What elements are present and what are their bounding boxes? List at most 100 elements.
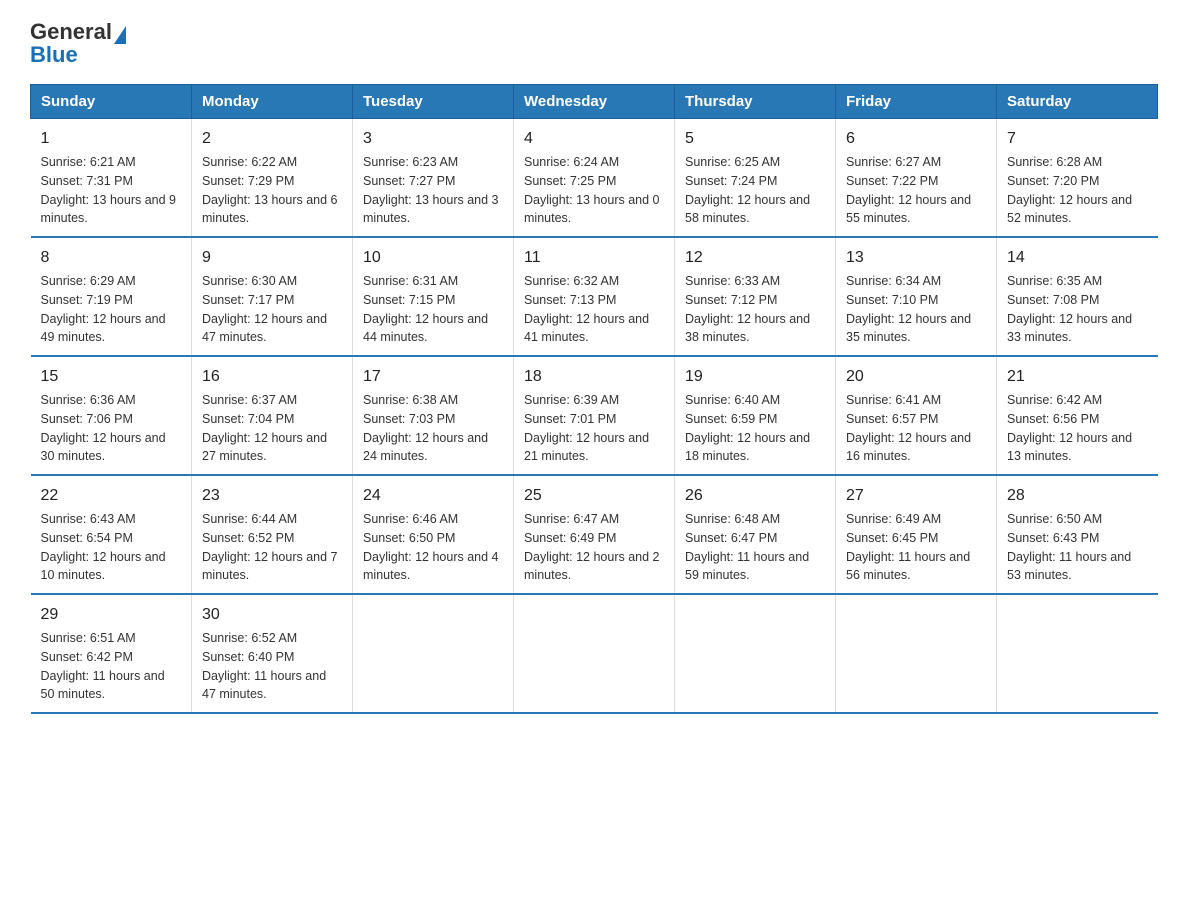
- day-number: 17: [363, 365, 503, 389]
- day-info: Sunrise: 6:42 AMSunset: 6:56 PMDaylight:…: [1007, 393, 1132, 463]
- header-saturday: Saturday: [997, 85, 1158, 119]
- day-info: Sunrise: 6:41 AMSunset: 6:57 PMDaylight:…: [846, 393, 971, 463]
- calendar-cell: 5 Sunrise: 6:25 AMSunset: 7:24 PMDaylight…: [675, 119, 836, 238]
- logo-triangle-icon: [114, 26, 126, 44]
- day-info: Sunrise: 6:29 AMSunset: 7:19 PMDaylight:…: [41, 274, 166, 344]
- header-friday: Friday: [836, 85, 997, 119]
- calendar-cell: 11 Sunrise: 6:32 AMSunset: 7:13 PMDayligh…: [514, 237, 675, 356]
- calendar-cell: 2 Sunrise: 6:22 AMSunset: 7:29 PMDaylight…: [192, 119, 353, 238]
- calendar-cell: 30Sunrise: 6:52 AMSunset: 6:40 PMDayligh…: [192, 594, 353, 713]
- day-number: 8: [41, 246, 182, 270]
- day-info: Sunrise: 6:37 AMSunset: 7:04 PMDaylight:…: [202, 393, 327, 463]
- logo: General Blue: [30, 20, 126, 68]
- day-info: Sunrise: 6:25 AMSunset: 7:24 PMDaylight:…: [685, 155, 810, 225]
- calendar-cell: 14 Sunrise: 6:35 AMSunset: 7:08 PMDayligh…: [997, 237, 1158, 356]
- calendar-cell: [514, 594, 675, 713]
- page-header: General Blue: [30, 20, 1158, 68]
- calendar-cell: [353, 594, 514, 713]
- day-info: Sunrise: 6:31 AMSunset: 7:15 PMDaylight:…: [363, 274, 488, 344]
- calendar-cell: 6 Sunrise: 6:27 AMSunset: 7:22 PMDaylight…: [836, 119, 997, 238]
- calendar-cell: 20 Sunrise: 6:41 AMSunset: 6:57 PMDayligh…: [836, 356, 997, 475]
- calendar-header-row: SundayMondayTuesdayWednesdayThursdayFrid…: [31, 85, 1158, 119]
- calendar-cell: 28Sunrise: 6:50 AMSunset: 6:43 PMDayligh…: [997, 475, 1158, 594]
- calendar-cell: 8 Sunrise: 6:29 AMSunset: 7:19 PMDaylight…: [31, 237, 192, 356]
- day-info: Sunrise: 6:40 AMSunset: 6:59 PMDaylight:…: [685, 393, 810, 463]
- day-info: Sunrise: 6:32 AMSunset: 7:13 PMDaylight:…: [524, 274, 649, 344]
- logo-general: General: [30, 19, 112, 44]
- day-number: 3: [363, 127, 503, 151]
- calendar-cell: 21 Sunrise: 6:42 AMSunset: 6:56 PMDayligh…: [997, 356, 1158, 475]
- calendar-cell: 19 Sunrise: 6:40 AMSunset: 6:59 PMDayligh…: [675, 356, 836, 475]
- day-info: Sunrise: 6:23 AMSunset: 7:27 PMDaylight:…: [363, 155, 499, 225]
- day-number: 6: [846, 127, 986, 151]
- day-info: Sunrise: 6:43 AMSunset: 6:54 PMDaylight:…: [41, 512, 166, 582]
- day-number: 4: [524, 127, 664, 151]
- logo-blue: Blue: [30, 42, 78, 67]
- calendar-cell: 3 Sunrise: 6:23 AMSunset: 7:27 PMDaylight…: [353, 119, 514, 238]
- day-info: Sunrise: 6:52 AMSunset: 6:40 PMDaylight:…: [202, 631, 326, 701]
- day-info: Sunrise: 6:48 AMSunset: 6:47 PMDaylight:…: [685, 512, 809, 582]
- day-info: Sunrise: 6:28 AMSunset: 7:20 PMDaylight:…: [1007, 155, 1132, 225]
- header-sunday: Sunday: [31, 85, 192, 119]
- calendar-cell: 29Sunrise: 6:51 AMSunset: 6:42 PMDayligh…: [31, 594, 192, 713]
- day-number: 2: [202, 127, 342, 151]
- day-number: 22: [41, 484, 182, 508]
- calendar-cell: [836, 594, 997, 713]
- calendar-week-3: 15Sunrise: 6:36 AMSunset: 7:06 PMDayligh…: [31, 356, 1158, 475]
- day-info: Sunrise: 6:47 AMSunset: 6:49 PMDaylight:…: [524, 512, 660, 582]
- day-number: 16: [202, 365, 342, 389]
- day-info: Sunrise: 6:44 AMSunset: 6:52 PMDaylight:…: [202, 512, 338, 582]
- day-info: Sunrise: 6:21 AMSunset: 7:31 PMDaylight:…: [41, 155, 177, 225]
- day-info: Sunrise: 6:27 AMSunset: 7:22 PMDaylight:…: [846, 155, 971, 225]
- day-number: 28: [1007, 484, 1148, 508]
- day-number: 11: [524, 246, 664, 270]
- day-info: Sunrise: 6:35 AMSunset: 7:08 PMDaylight:…: [1007, 274, 1132, 344]
- day-info: Sunrise: 6:34 AMSunset: 7:10 PMDaylight:…: [846, 274, 971, 344]
- day-number: 9: [202, 246, 342, 270]
- day-number: 20: [846, 365, 986, 389]
- logo-wordmark: General: [30, 20, 126, 44]
- day-number: 1: [41, 127, 182, 151]
- day-number: 23: [202, 484, 342, 508]
- calendar-cell: 24 Sunrise: 6:46 AMSunset: 6:50 PMDayligh…: [353, 475, 514, 594]
- calendar-table: SundayMondayTuesdayWednesdayThursdayFrid…: [30, 84, 1158, 714]
- day-number: 21: [1007, 365, 1148, 389]
- header-thursday: Thursday: [675, 85, 836, 119]
- day-number: 15: [41, 365, 182, 389]
- day-info: Sunrise: 6:30 AMSunset: 7:17 PMDaylight:…: [202, 274, 327, 344]
- calendar-cell: 13Sunrise: 6:34 AMSunset: 7:10 PMDayligh…: [836, 237, 997, 356]
- calendar-week-2: 8 Sunrise: 6:29 AMSunset: 7:19 PMDaylight…: [31, 237, 1158, 356]
- calendar-cell: 23 Sunrise: 6:44 AMSunset: 6:52 PMDayligh…: [192, 475, 353, 594]
- calendar-cell: 12Sunrise: 6:33 AMSunset: 7:12 PMDayligh…: [675, 237, 836, 356]
- day-number: 27: [846, 484, 986, 508]
- calendar-cell: 22 Sunrise: 6:43 AMSunset: 6:54 PMDayligh…: [31, 475, 192, 594]
- day-info: Sunrise: 6:22 AMSunset: 7:29 PMDaylight:…: [202, 155, 338, 225]
- calendar-cell: 1 Sunrise: 6:21 AMSunset: 7:31 PMDaylight…: [31, 119, 192, 238]
- day-number: 7: [1007, 127, 1148, 151]
- logo-blue-text: Blue: [30, 42, 78, 68]
- calendar-cell: [675, 594, 836, 713]
- calendar-cell: 16 Sunrise: 6:37 AMSunset: 7:04 PMDayligh…: [192, 356, 353, 475]
- calendar-cell: 9 Sunrise: 6:30 AMSunset: 7:17 PMDaylight…: [192, 237, 353, 356]
- calendar-cell: 17 Sunrise: 6:38 AMSunset: 7:03 PMDayligh…: [353, 356, 514, 475]
- calendar-cell: 7 Sunrise: 6:28 AMSunset: 7:20 PMDaylight…: [997, 119, 1158, 238]
- day-info: Sunrise: 6:46 AMSunset: 6:50 PMDaylight:…: [363, 512, 499, 582]
- day-number: 10: [363, 246, 503, 270]
- day-number: 26: [685, 484, 825, 508]
- day-info: Sunrise: 6:38 AMSunset: 7:03 PMDaylight:…: [363, 393, 488, 463]
- day-info: Sunrise: 6:39 AMSunset: 7:01 PMDaylight:…: [524, 393, 649, 463]
- calendar-cell: 15Sunrise: 6:36 AMSunset: 7:06 PMDayligh…: [31, 356, 192, 475]
- header-wednesday: Wednesday: [514, 85, 675, 119]
- day-number: 19: [685, 365, 825, 389]
- header-tuesday: Tuesday: [353, 85, 514, 119]
- calendar-cell: 4Sunrise: 6:24 AMSunset: 7:25 PMDaylight…: [514, 119, 675, 238]
- calendar-week-4: 22 Sunrise: 6:43 AMSunset: 6:54 PMDayligh…: [31, 475, 1158, 594]
- calendar-cell: 18 Sunrise: 6:39 AMSunset: 7:01 PMDayligh…: [514, 356, 675, 475]
- day-number: 25: [524, 484, 664, 508]
- day-number: 14: [1007, 246, 1148, 270]
- day-number: 24: [363, 484, 503, 508]
- day-info: Sunrise: 6:33 AMSunset: 7:12 PMDaylight:…: [685, 274, 810, 344]
- day-number: 5: [685, 127, 825, 151]
- day-number: 18: [524, 365, 664, 389]
- day-info: Sunrise: 6:51 AMSunset: 6:42 PMDaylight:…: [41, 631, 165, 701]
